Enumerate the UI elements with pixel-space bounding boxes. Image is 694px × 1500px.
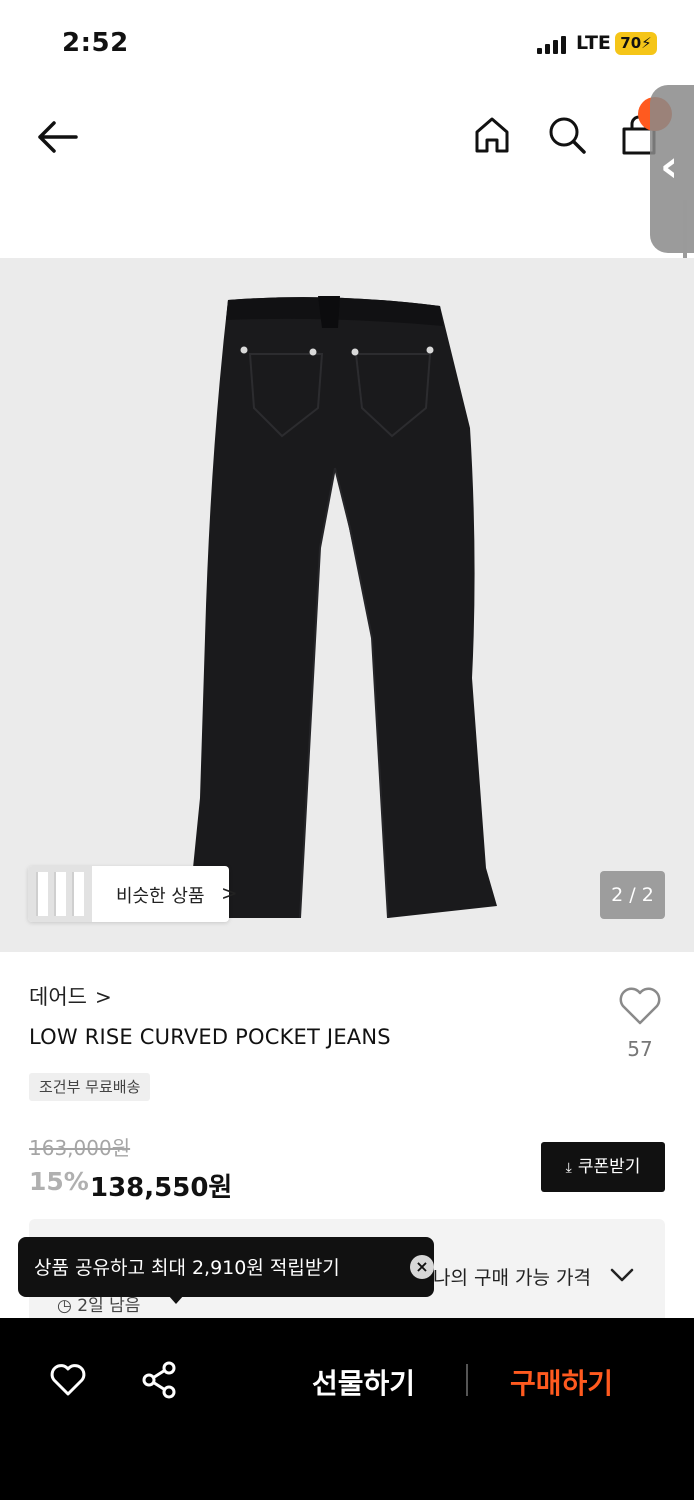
product-image[interactable] [0,258,694,952]
similar-products-label: 비슷한 상품 [116,886,205,907]
similar-products-thumbnail [28,866,92,922]
my-price-label: 나의 구매 가능 가격 [433,1267,591,1289]
buy-button[interactable]: 구매하기 [510,1362,613,1402]
home-icon[interactable] [470,113,514,157]
network-label: LTE [576,32,611,54]
product-title: LOW RISE CURVED POCKET JEANS [29,1025,391,1049]
chevron-right-icon: > [221,881,238,905]
heart-icon[interactable] [49,1362,87,1398]
toast-pointer [168,1295,184,1304]
original-price: 163,000원 [29,1136,131,1160]
coupon-label: 쿠폰받기 [577,1157,641,1177]
toast-message: 상품 공유하고 최대 2,910원 적립받기 [34,1257,340,1279]
chevron-down-icon [610,1268,634,1282]
chevron-right-icon: > [94,985,112,1009]
coupon-download-button[interactable]: ⤓ 쿠폰받기 [541,1142,665,1192]
search-icon[interactable] [545,113,589,157]
battery-level: 70 [620,34,642,52]
signal-icon [537,36,569,54]
status-time: 2:52 [62,28,129,58]
jeans-image [188,296,497,919]
share-icon[interactable] [140,1360,178,1400]
discount-rate: 15% [29,1167,89,1196]
like-count: 57 [627,1037,653,1061]
download-icon: ⤓ [565,1160,572,1176]
chevron-left-icon: ‹ [660,141,679,192]
image-page-counter: 2 / 2 [600,871,665,919]
battery-icon: 70⚡ [615,32,657,55]
status-bar: 2:52 LTE 70⚡ [0,0,694,90]
brand-link[interactable]: 데어드 > [29,981,112,1011]
similar-products-button[interactable]: 비슷한 상품 > [28,866,238,922]
remaining-time-text: 2일 남음 [77,1296,141,1316]
sale-price: 138,550원 [90,1173,233,1203]
gift-button[interactable]: 선물하기 [312,1362,415,1402]
shipping-badge: 조건부 무료배송 [29,1073,151,1101]
brand-name: 데어드 [29,985,87,1009]
heart-icon[interactable] [617,985,663,1027]
close-icon[interactable]: × [410,1255,434,1279]
back-arrow-icon[interactable] [32,115,84,159]
divider [466,1364,468,1396]
share-reward-toast[interactable]: 상품 공유하고 최대 2,910원 적립받기 × [18,1237,434,1304]
bottom-action-bar: 선물하기 구매하기 [0,1318,694,1500]
nav-bar [0,95,694,180]
